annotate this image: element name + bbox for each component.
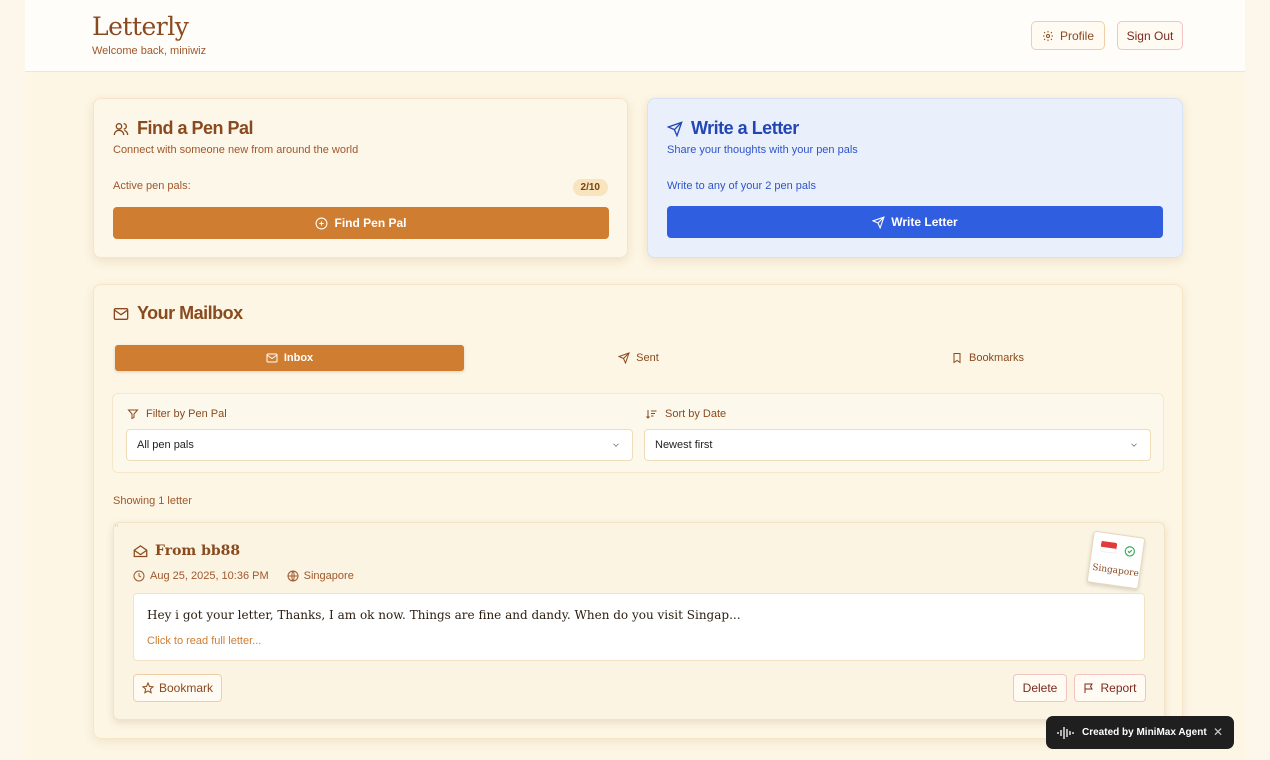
delete-label: Delete bbox=[1022, 681, 1058, 695]
sort-icon bbox=[646, 410, 657, 419]
bookmark-button[interactable]: Bookmark bbox=[133, 674, 222, 702]
write-letter-heading: Write a Letter bbox=[667, 118, 799, 139]
sort-value: Newest first bbox=[655, 439, 713, 451]
letter-from: From bb88 bbox=[155, 543, 241, 559]
close-icon[interactable]: ✕ bbox=[1213, 725, 1223, 739]
sign-out-button[interactable]: Sign Out bbox=[1117, 21, 1183, 50]
sort-select[interactable]: Newest first bbox=[644, 429, 1151, 461]
send-icon bbox=[667, 120, 683, 137]
stamp-city: Singapore bbox=[1091, 562, 1140, 580]
send-icon bbox=[618, 352, 630, 364]
filter-panel: Filter by Pen Pal All pen pals Sort by D… bbox=[112, 393, 1164, 473]
find-pen-pal-button-label: Find Pen Pal bbox=[334, 216, 407, 230]
mailbox-title: Your Mailbox bbox=[137, 303, 243, 323]
pen-pal-filter-select[interactable]: All pen pals bbox=[126, 429, 633, 461]
active-pen-pals-badge: 2/10 bbox=[572, 179, 608, 196]
write-letter-button[interactable]: Write Letter bbox=[667, 206, 1163, 238]
welcome-text: Welcome back, miniwiz bbox=[92, 45, 207, 57]
chevron-down-icon bbox=[1131, 443, 1137, 447]
read-full-letter-link[interactable]: Click to read full letter... bbox=[147, 635, 261, 647]
audio-wave-icon bbox=[1057, 726, 1074, 739]
bookmark-icon bbox=[953, 353, 961, 364]
write-letter-description: Share your thoughts with your pen pals bbox=[667, 144, 858, 156]
filter-label-text: Filter by Pen Pal bbox=[146, 408, 227, 420]
find-pen-pal-description: Connect with someone new from around the… bbox=[113, 144, 359, 156]
postage-stamp: Singapore bbox=[1086, 530, 1146, 590]
letter-date: Aug 25, 2025, 10:36 PM bbox=[150, 570, 269, 582]
find-pen-pal-heading: Find a Pen Pal bbox=[113, 118, 254, 139]
top-header: Letterly Welcome back, miniwiz Profile S… bbox=[25, 0, 1245, 72]
bookmark-label: Bookmark bbox=[158, 681, 214, 695]
minimax-agent-toast: Created by MiniMax Agent ✕ bbox=[1046, 716, 1234, 749]
letter-meta: Aug 25, 2025, 10:36 PM Singapore bbox=[133, 570, 354, 582]
star-icon bbox=[141, 682, 154, 694]
write-letter-title: Write a Letter bbox=[691, 118, 799, 138]
mail-icon bbox=[266, 353, 278, 363]
singapore-flag-icon bbox=[1100, 540, 1118, 554]
plus-circle-icon bbox=[316, 217, 328, 229]
mailbox-panel: Your Mailbox Inbox Sent Bookmarks Filter… bbox=[93, 284, 1183, 739]
brand: Letterly Welcome back, miniwiz bbox=[92, 12, 206, 57]
sign-out-label: Sign Out bbox=[1126, 28, 1174, 43]
pen-pal-filter-value: All pen pals bbox=[137, 439, 194, 451]
sort-label-text: Sort by Date bbox=[665, 408, 727, 420]
tab-inbox-label: Inbox bbox=[283, 352, 314, 364]
find-pen-pal-button[interactable]: Find Pen Pal bbox=[113, 207, 609, 239]
globe-icon bbox=[287, 570, 299, 582]
filter-label: Filter by Pen Pal bbox=[127, 408, 227, 420]
find-pen-pal-title: Find a Pen Pal bbox=[137, 118, 254, 138]
check-circle-icon bbox=[1124, 546, 1135, 557]
tab-bookmarks-label: Bookmarks bbox=[968, 352, 1025, 364]
tab-bookmarks[interactable]: Bookmarks bbox=[813, 345, 1162, 371]
write-letter-info: Write to any of your 2 pen pals bbox=[667, 180, 816, 192]
letter-sender: From bb88 bbox=[133, 543, 240, 559]
report-label: Report bbox=[1100, 681, 1137, 695]
tab-sent-label: Sent bbox=[636, 352, 659, 364]
letter-preview[interactable]: Hey i got your letter, Thanks, I am ok n… bbox=[133, 593, 1145, 661]
active-pen-pals-label: Active pen pals: bbox=[113, 180, 191, 192]
letter-card[interactable]: " From bb88 Aug 25, 2025, 10:36 PM Singa… bbox=[113, 522, 1165, 720]
flag-icon bbox=[1084, 683, 1094, 693]
clock-icon bbox=[133, 570, 145, 582]
profile-button[interactable]: Profile bbox=[1031, 21, 1105, 50]
users-icon bbox=[113, 122, 129, 135]
profile-label: Profile bbox=[1059, 28, 1094, 43]
chevron-down-icon bbox=[613, 443, 619, 447]
gear-icon bbox=[1042, 30, 1053, 41]
delete-button[interactable]: Delete bbox=[1013, 674, 1067, 702]
find-pen-pal-card: Find a Pen Pal Connect with someone new … bbox=[93, 98, 628, 258]
filter-icon bbox=[127, 409, 139, 420]
mailbox-tabs: Inbox Sent Bookmarks bbox=[115, 345, 1165, 371]
write-letter-card: Write a Letter Share your thoughts with … bbox=[647, 98, 1183, 258]
open-mail-icon bbox=[133, 544, 148, 557]
tab-sent[interactable]: Sent bbox=[464, 345, 813, 371]
mailbox-heading: Your Mailbox bbox=[113, 303, 243, 324]
letter-location: Singapore bbox=[303, 570, 354, 582]
tab-inbox[interactable]: Inbox bbox=[115, 345, 464, 371]
send-icon bbox=[872, 215, 886, 229]
sort-label: Sort by Date bbox=[646, 408, 726, 420]
app-title: Letterly bbox=[92, 12, 189, 41]
mail-icon bbox=[113, 307, 129, 320]
toast-label: Created by MiniMax Agent bbox=[1082, 727, 1207, 738]
quote-mark-icon: " bbox=[115, 523, 119, 533]
write-letter-button-label: Write Letter bbox=[891, 215, 958, 229]
letter-excerpt: Hey i got your letter, Thanks, I am ok n… bbox=[147, 608, 741, 622]
letter-count: Showing 1 letter bbox=[113, 495, 192, 507]
report-button[interactable]: Report bbox=[1074, 674, 1146, 702]
